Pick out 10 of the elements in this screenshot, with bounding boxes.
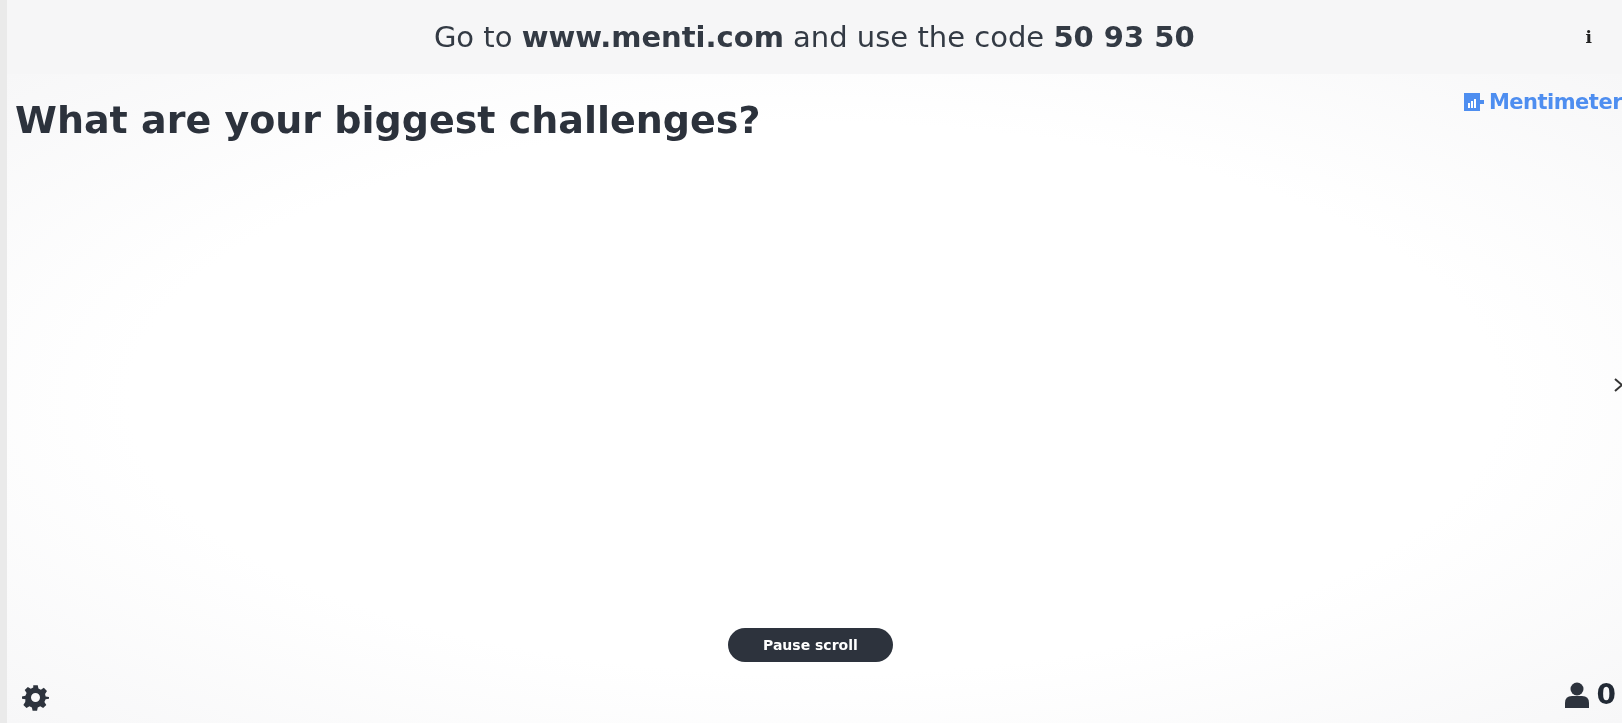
pause-scroll-button[interactable]: Pause scroll: [728, 628, 893, 662]
chevron-icon[interactable]: [1614, 376, 1622, 394]
settings-icon[interactable]: [22, 684, 49, 711]
brand-logo-text: Mentimeter: [1488, 90, 1622, 114]
info-button[interactable]: i: [1581, 25, 1596, 49]
person-icon: [1564, 681, 1589, 708]
bar-chart-icon: [1463, 93, 1484, 111]
slide-title: What are your biggest challenges?: [15, 98, 761, 142]
join-instructions: Go to www.menti.com and use the code 50 93 50: [432, 20, 1196, 54]
participant-count: 0: [1596, 678, 1616, 711]
